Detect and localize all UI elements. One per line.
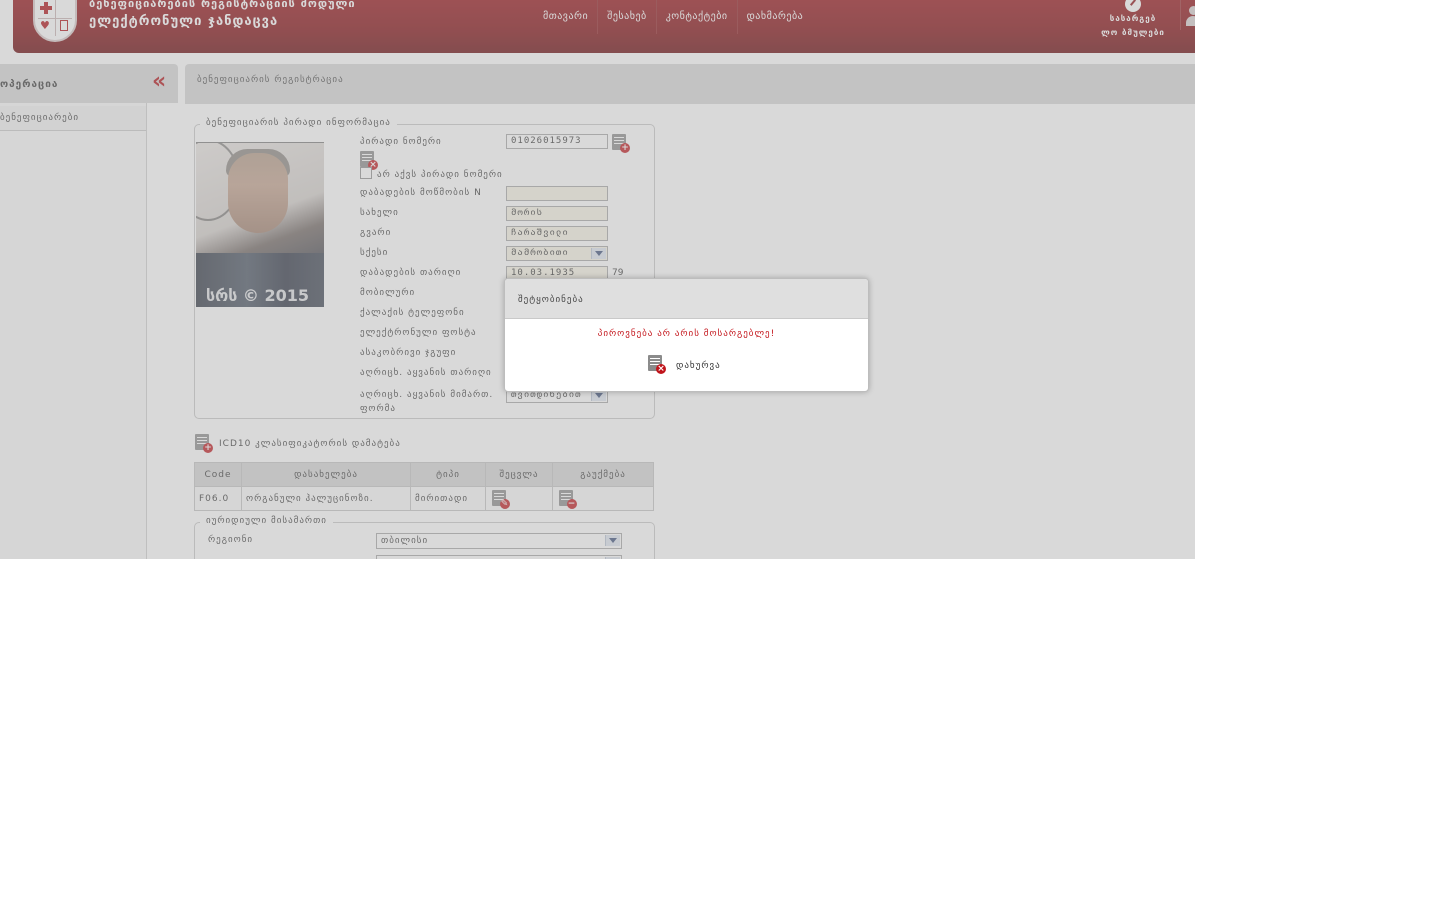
close-button-label: დახურვა	[676, 361, 721, 371]
app-window: ♥ ბენეფიციარების რეგისტრაციის მოდული ელე…	[0, 0, 1195, 559]
close-icon: ×	[648, 355, 666, 374]
dialog-header: შეტყობინება	[505, 279, 868, 319]
notification-dialog: შეტყობინება პიროვნება არ არის მოსარგებლე…	[504, 278, 869, 392]
dialog-message: პიროვნება არ არის მოსარგებლე!	[597, 329, 776, 339]
dialog-title: შეტყობინება	[518, 295, 584, 305]
